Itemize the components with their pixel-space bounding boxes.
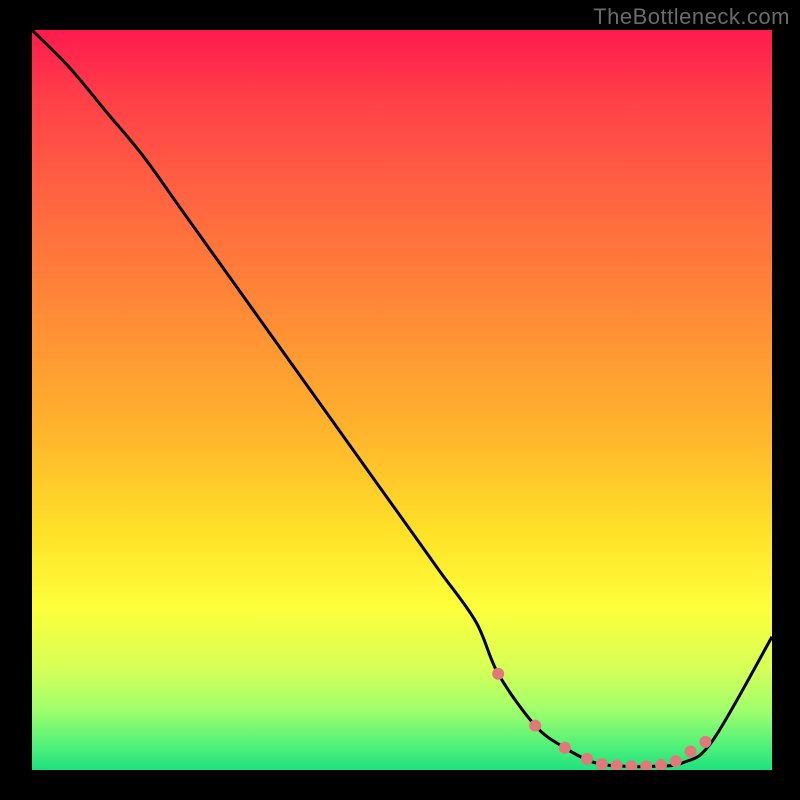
data-point	[559, 742, 571, 754]
data-point	[699, 736, 711, 748]
marker-group	[492, 668, 711, 770]
data-point	[611, 760, 623, 770]
data-point	[625, 760, 637, 770]
data-point	[492, 668, 504, 680]
chart-root: { "watermark": "TheBottleneck.com", "cha…	[0, 0, 800, 800]
plot-area	[32, 30, 772, 770]
data-point	[640, 760, 652, 770]
data-point	[529, 720, 541, 732]
data-point	[685, 746, 697, 758]
data-point	[670, 755, 682, 767]
data-point	[581, 753, 593, 765]
curve-svg	[32, 30, 772, 770]
curve-path	[32, 30, 772, 767]
data-point	[655, 759, 667, 770]
watermark-text: TheBottleneck.com	[593, 4, 790, 30]
data-point	[596, 758, 608, 770]
